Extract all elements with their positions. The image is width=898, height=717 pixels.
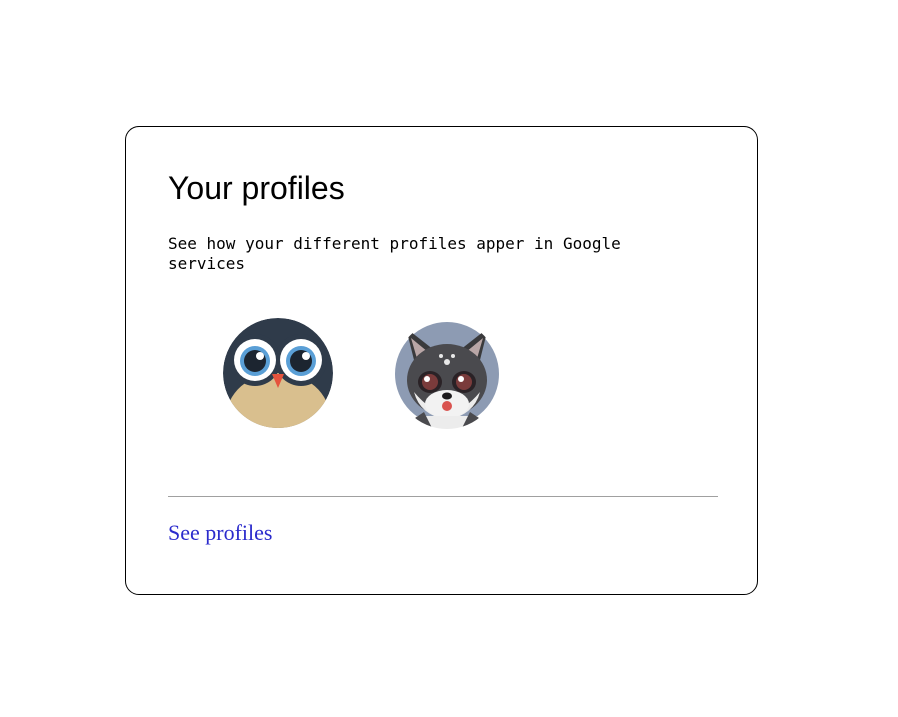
card-title: Your profiles: [168, 170, 345, 206]
owl-icon: [223, 318, 333, 428]
profiles-card: Your profiles See how your different pro…: [125, 126, 758, 595]
owl-avatar[interactable]: [223, 318, 333, 428]
wolf-icon: [395, 322, 499, 429]
see-profiles-link[interactable]: See profiles: [168, 519, 272, 547]
card-description: See how your different profiles apper in…: [168, 234, 621, 273]
card-divider: [168, 496, 718, 497]
wolf-avatar[interactable]: [394, 320, 500, 429]
